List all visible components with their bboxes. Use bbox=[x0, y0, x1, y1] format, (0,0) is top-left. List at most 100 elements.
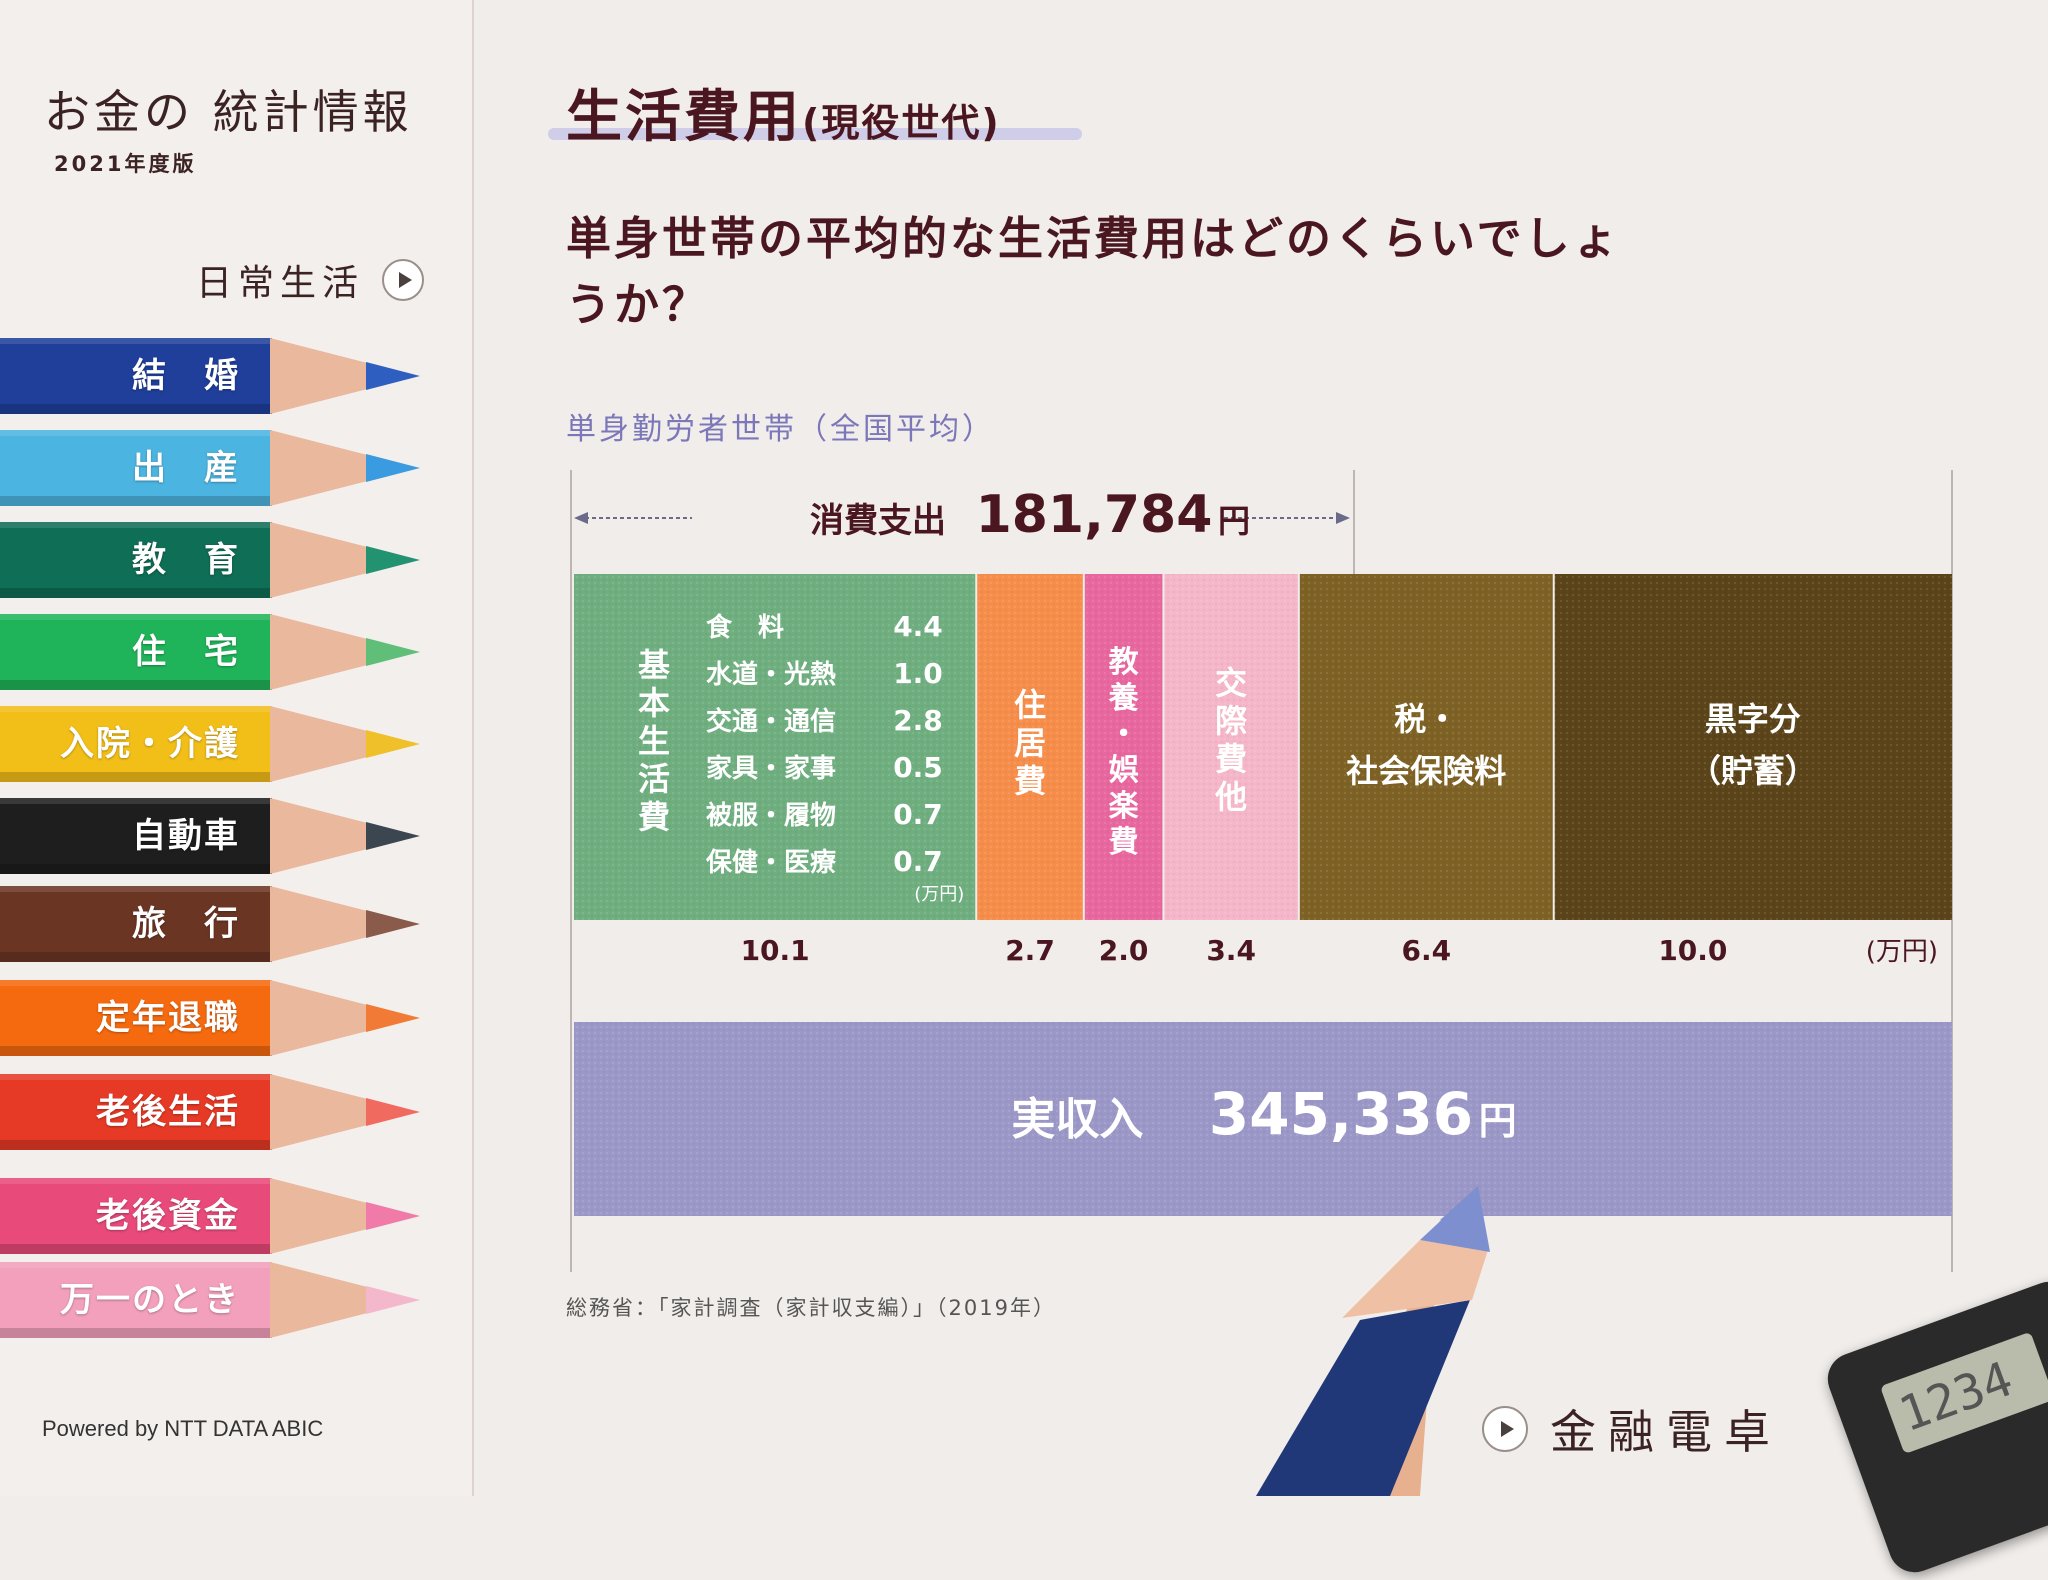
question-heading: 単身世帯の平均的な生活費用はどのくらいでしょうか？ bbox=[566, 212, 1621, 331]
breakdown-name: 水道・光熱 bbox=[706, 659, 836, 690]
segment-texture bbox=[1553, 574, 1952, 920]
pencil-menu-item[interactable]: 入院・介護 bbox=[0, 700, 430, 788]
label-social: 交際費他 bbox=[1214, 664, 1247, 816]
source-citation: 総務省：「家計調査（家計収支編）」（2019年） bbox=[566, 1296, 1056, 1320]
breakdown-value: 0.5 bbox=[893, 751, 943, 784]
pencil-menu-item[interactable]: 万一のとき bbox=[0, 1256, 430, 1344]
pencil-menu-label: 出 産 bbox=[132, 448, 240, 488]
vertical-char: 娯 bbox=[1109, 753, 1139, 788]
pencil-menu-item[interactable]: 旅 行 bbox=[0, 880, 430, 968]
vertical-char: 住 bbox=[1014, 686, 1046, 724]
pencil-menu-label: 旅 行 bbox=[132, 904, 240, 944]
segment-bar bbox=[1553, 574, 1952, 920]
consumption-name: 消費支出 bbox=[810, 501, 946, 541]
daily-life-label: 日常生活 bbox=[196, 263, 365, 304]
pencil-menu-item[interactable]: 結 婚 bbox=[0, 332, 430, 420]
income-bar bbox=[574, 1022, 1952, 1216]
breakdown-name: 保健・医療 bbox=[705, 848, 837, 878]
segment-value-label: 2.7 bbox=[1005, 934, 1055, 967]
breakdown-value: 0.7 bbox=[893, 845, 943, 878]
consumption-value: 181,784 bbox=[976, 485, 1213, 545]
breakdown-value: 0.7 bbox=[893, 798, 943, 831]
sidebar: お金の 統計情報 2021年度版 日常生活 結 婚出 産教 育住 宅入院・介護自… bbox=[0, 0, 474, 1496]
vertical-char: 他 bbox=[1214, 778, 1247, 816]
segment-values-group: 10.1 2.7 2.0 3.4 6.4 10.0 bbox=[741, 934, 1728, 967]
label-tax: 税・ bbox=[1394, 700, 1458, 738]
daily-life-link[interactable]: 日常生活 bbox=[196, 254, 425, 306]
pencil-menu-label: 住 宅 bbox=[132, 632, 240, 672]
pencil-tip-icon bbox=[270, 1074, 420, 1150]
vertical-char: 居 bbox=[1014, 724, 1046, 762]
pencil-menu-item[interactable]: 老後生活 bbox=[0, 1068, 430, 1156]
label-surplus: （貯蓄） bbox=[1689, 752, 1817, 790]
pencil-tip-icon bbox=[270, 980, 420, 1056]
financial-calculator-link[interactable]: 金融電卓 bbox=[1482, 1396, 1782, 1462]
segment-value-label: 6.4 bbox=[1401, 934, 1451, 967]
page-title-sub: (現役世代) bbox=[802, 101, 1001, 145]
pencil-menu-label: 老後生活 bbox=[96, 1092, 240, 1132]
pencil-tip-icon bbox=[270, 1178, 420, 1254]
segment-value-label: 2.0 bbox=[1099, 934, 1149, 967]
calculator-display: 1234 bbox=[1879, 1331, 2048, 1455]
vertical-char: 費 bbox=[1109, 825, 1139, 860]
consumption-arrow-left bbox=[574, 512, 692, 524]
segment-bar bbox=[1083, 574, 1164, 920]
brand-title: お金の 統計情報 bbox=[44, 85, 413, 139]
breakdown-unit: (万円) bbox=[914, 884, 964, 905]
segment-bar bbox=[1298, 574, 1554, 920]
vertical-char: 費 bbox=[638, 798, 670, 836]
pencil-decoration bbox=[1256, 1186, 1490, 1496]
segment-bar bbox=[574, 574, 977, 920]
vertical-char: 教 bbox=[1109, 645, 1139, 680]
segment-value-label: 3.4 bbox=[1206, 934, 1256, 967]
breakdown-value: 2.8 bbox=[893, 704, 943, 737]
breakdown-value: 4.4 bbox=[893, 610, 943, 643]
pencil-menu-item[interactable]: 出 産 bbox=[0, 424, 430, 512]
play-icon bbox=[1482, 1406, 1528, 1452]
label-basic-living: 基本生活費 bbox=[638, 646, 670, 836]
segment-value-label: 10.0 bbox=[1658, 934, 1727, 967]
pencil-menu-label: 定年退職 bbox=[96, 998, 240, 1038]
consumption-label: 消費支出 181,784 円 bbox=[810, 485, 1250, 545]
pencil-tip-icon bbox=[270, 1262, 420, 1338]
pencil-menu-item[interactable]: 老後資金 bbox=[0, 1172, 430, 1260]
pencil-tip-icon bbox=[270, 614, 420, 690]
pencil-menu-label: 入院・介護 bbox=[60, 724, 240, 764]
pencil-tip-icon bbox=[270, 338, 420, 414]
breakdown-name: 被服・履物 bbox=[706, 801, 836, 831]
vertical-char: ・ bbox=[1109, 717, 1139, 752]
income-label: 実収入 345,336 円 bbox=[1011, 1080, 1516, 1148]
income-unit: 円 bbox=[1479, 1099, 1517, 1143]
segment-texture bbox=[1163, 574, 1299, 920]
consumption-arrow-right bbox=[1224, 512, 1350, 524]
segment-bar bbox=[976, 574, 1084, 920]
vertical-char: 楽 bbox=[1109, 789, 1139, 824]
pencil-menu-item[interactable]: 定年退職 bbox=[0, 974, 430, 1062]
breakdown-name: 交通・通信 bbox=[706, 706, 836, 737]
breakdown-name: 家具・家事 bbox=[706, 753, 836, 784]
calc-link-label: 金融電卓 bbox=[1550, 1405, 1782, 1459]
pencil-menu-item[interactable]: 自動車 bbox=[0, 792, 430, 880]
segment-texture bbox=[976, 574, 1084, 920]
label-surplus: 黒字分 bbox=[1705, 700, 1801, 738]
segment-texture bbox=[1083, 574, 1164, 920]
vertical-char: 生 bbox=[638, 722, 670, 760]
pencil-menu-label: 老後資金 bbox=[96, 1196, 240, 1236]
segment-value-label: 10.1 bbox=[741, 934, 810, 967]
pencil-menu-item[interactable]: 教 育 bbox=[0, 516, 430, 604]
vertical-char: 交 bbox=[1215, 664, 1247, 702]
segments-group: 基本生活費住居費教養・娯楽費交際費他食 料 4.4水道・光熱 1.0交通・通信 2.8… bbox=[574, 574, 1952, 920]
vertical-char: 本 bbox=[638, 684, 670, 722]
segment-texture bbox=[574, 574, 977, 920]
brand-year: 2021年度版 bbox=[54, 152, 197, 176]
pencil-menu-label: 教 育 bbox=[132, 540, 240, 580]
pencil-tip-icon bbox=[270, 430, 420, 506]
chart-subtitle: 単身勤労者世帯（全国平均） bbox=[566, 412, 995, 447]
breakdown-name: 食 料 bbox=[706, 612, 784, 643]
values-unit: (万円) bbox=[1866, 937, 1938, 967]
income-name: 実収入 bbox=[1011, 1094, 1143, 1145]
label-culture: 教養・娯楽費 bbox=[1108, 645, 1139, 860]
segment-bar bbox=[1163, 574, 1299, 920]
label-tax: 社会保険料 bbox=[1346, 752, 1506, 790]
pencil-menu-item[interactable]: 住 宅 bbox=[0, 608, 430, 696]
